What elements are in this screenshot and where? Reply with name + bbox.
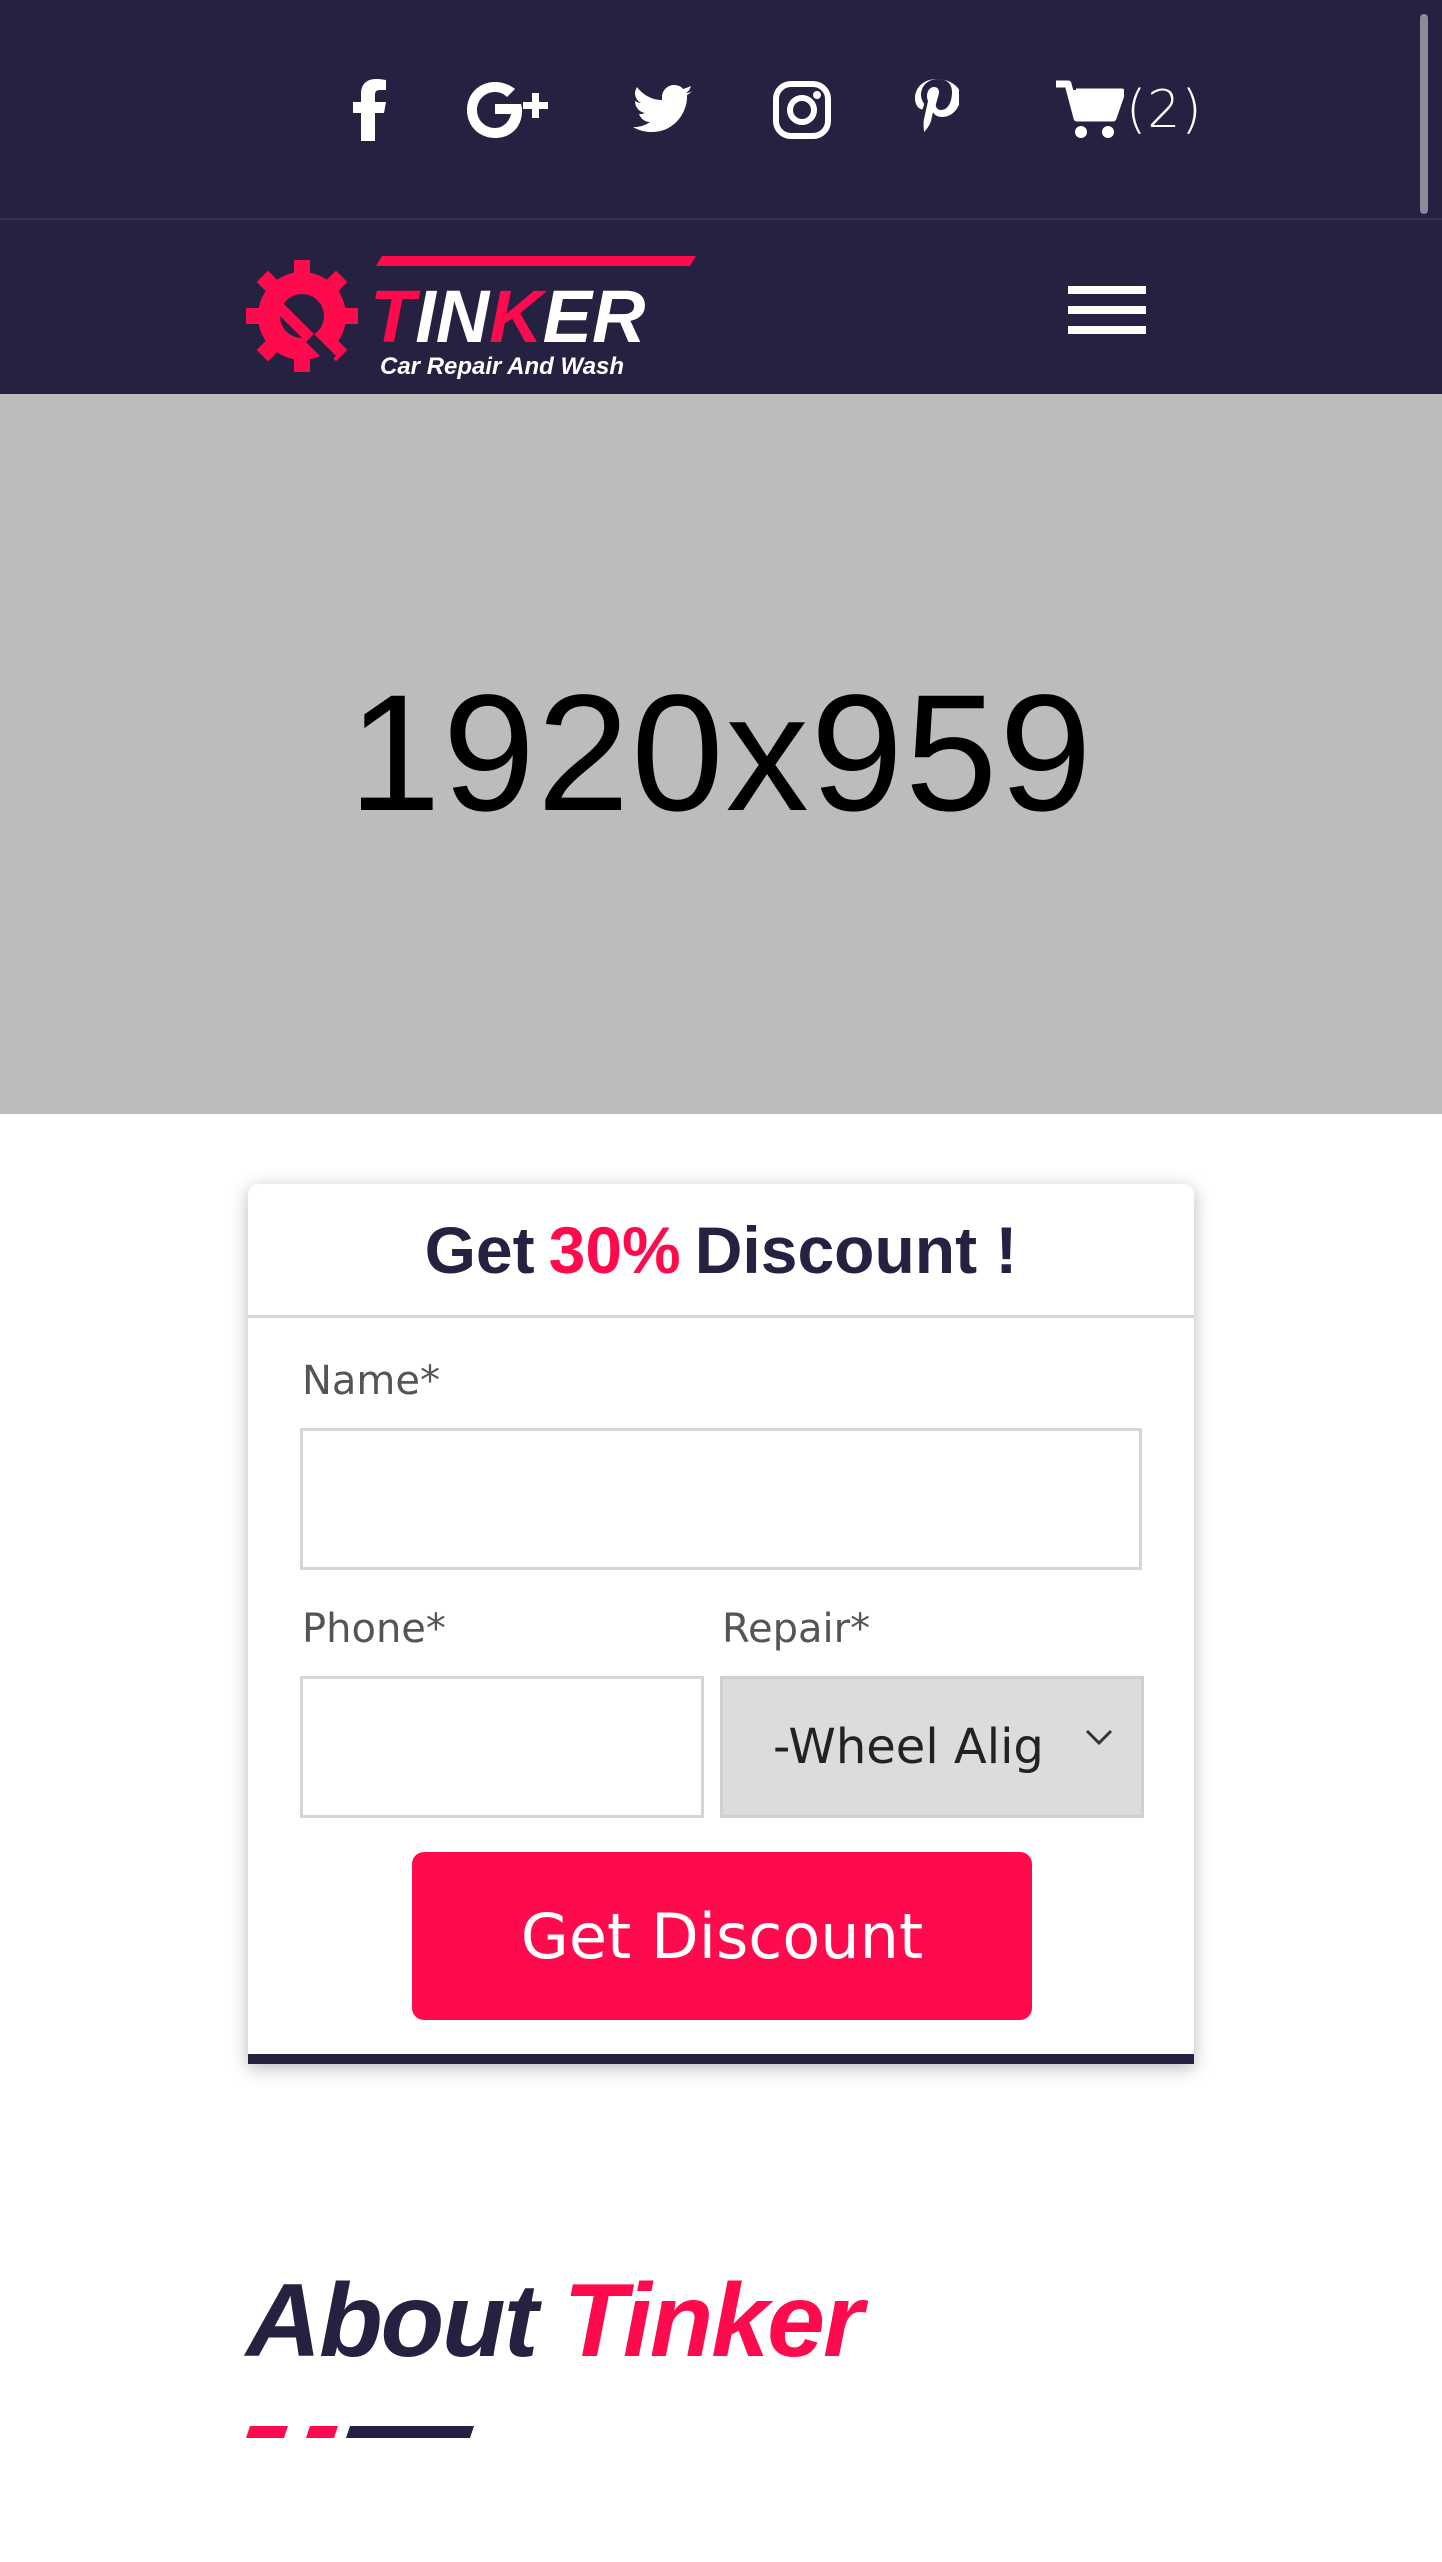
repair-selected-value: -Wheel Alig <box>773 1719 1044 1775</box>
twitter-icon[interactable] <box>632 70 694 150</box>
about-title-accent: Tinker <box>563 2263 863 2379</box>
scrollbar[interactable] <box>1420 14 1428 214</box>
name-label: Name* <box>302 1358 441 1404</box>
svg-text:TINKER: TINKER <box>370 275 645 358</box>
name-input[interactable] <box>300 1428 1142 1570</box>
cart-icon <box>1056 80 1124 138</box>
about-title-prefix: About <box>246 2263 538 2379</box>
hero-placeholder-text: 1920x959 <box>348 661 1094 846</box>
google-plus-icon[interactable] <box>466 70 556 150</box>
title-prefix: Get <box>424 1212 535 1287</box>
title-suffix: Discount ! <box>694 1212 1018 1287</box>
title-discount-percent: 30% <box>548 1212 681 1287</box>
hero-image-placeholder: 1920x959 <box>0 394 1442 1114</box>
discount-form-title: Get 30% Discount ! <box>248 1184 1194 1318</box>
cart-link[interactable]: (2) <box>1056 70 1203 150</box>
facebook-icon[interactable] <box>338 70 402 150</box>
gear-wrench-logo-icon <box>246 260 358 372</box>
discount-form-card: Get 30% Discount ! Name* Phone* Repair* … <box>248 1184 1194 2064</box>
cart-count: (2) <box>1126 80 1203 140</box>
instagram-icon[interactable] <box>772 70 832 150</box>
top-social-bar: (2) <box>0 0 1442 218</box>
phone-input[interactable] <box>300 1676 704 1818</box>
heading-underline <box>246 2426 474 2438</box>
tinker-logo[interactable]: TINKER Car Repair And Wash <box>244 242 704 382</box>
repair-select[interactable]: -Wheel Alig <box>720 1676 1144 1818</box>
card-bottom-border <box>248 2054 1194 2064</box>
hamburger-menu-icon[interactable] <box>1068 286 1148 342</box>
main-navbar: TINKER Car Repair And Wash <box>0 218 1442 394</box>
phone-label: Phone* <box>302 1606 446 1652</box>
pinterest-icon[interactable] <box>908 70 964 150</box>
chevron-down-icon <box>1085 1729 1113 1746</box>
svg-text:Car Repair And Wash: Car Repair And Wash <box>380 353 624 380</box>
get-discount-button[interactable]: Get Discount <box>412 1852 1032 2020</box>
about-heading: About Tinker <box>246 2262 863 2381</box>
repair-label: Repair* <box>722 1606 871 1652</box>
